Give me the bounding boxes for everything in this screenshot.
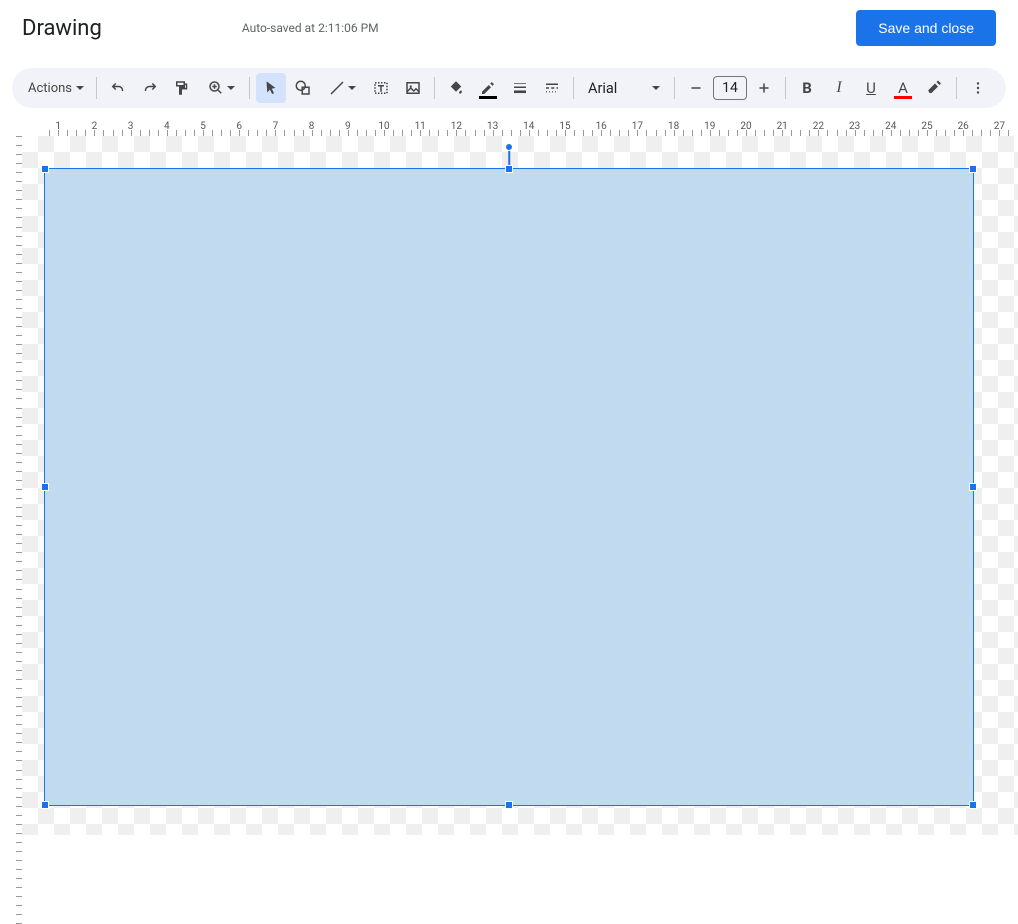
bold-button[interactable]: B	[792, 73, 822, 103]
resize-handle-bottom-middle[interactable]	[505, 801, 513, 809]
plus-icon	[755, 79, 773, 97]
line-tool-button[interactable]	[320, 73, 364, 103]
toolbar: Actions	[12, 68, 1006, 108]
autosave-status: Auto-saved at 2:11:06 PM	[242, 21, 379, 35]
text-color-icon: A	[898, 79, 908, 97]
highlighter-icon	[926, 79, 944, 97]
minus-icon	[687, 79, 705, 97]
text-box-icon	[372, 79, 390, 97]
actions-menu-label: Actions	[28, 81, 72, 96]
undo-button[interactable]	[103, 73, 133, 103]
border-weight-button[interactable]	[505, 73, 535, 103]
italic-icon: I	[836, 79, 841, 97]
toolbar-separator	[96, 77, 97, 99]
font-size-input[interactable]: 14	[713, 76, 747, 100]
increase-font-size-button[interactable]	[749, 73, 779, 103]
line-icon	[328, 79, 346, 97]
zoom-button[interactable]	[199, 73, 243, 103]
resize-handle-top-left[interactable]	[41, 165, 49, 173]
selected-shape[interactable]	[44, 168, 974, 806]
chevron-down-icon	[76, 86, 84, 90]
toolbar-separator	[573, 77, 574, 99]
border-color-button[interactable]	[473, 73, 503, 103]
underline-button[interactable]: U	[856, 73, 886, 103]
text-color-swatch	[894, 96, 912, 99]
chevron-down-icon	[227, 86, 235, 90]
vertical-ruler	[0, 136, 22, 835]
resize-handle-bottom-right[interactable]	[969, 801, 977, 809]
resize-handle-middle-left[interactable]	[41, 483, 49, 491]
paint-roller-icon	[173, 79, 191, 97]
resize-handle-top-middle[interactable]	[505, 165, 513, 173]
image-icon	[404, 79, 422, 97]
resize-handle-bottom-left[interactable]	[41, 801, 49, 809]
text-box-button[interactable]	[366, 73, 396, 103]
select-tool-button[interactable]	[256, 73, 286, 103]
highlight-color-button[interactable]	[920, 73, 950, 103]
line-weight-icon	[511, 79, 529, 97]
font-family-label: Arial	[588, 80, 617, 97]
redo-button[interactable]	[135, 73, 165, 103]
dialog-title: Drawing	[22, 16, 102, 41]
workspace: 1234567891011121314151617181920212223242…	[0, 118, 1018, 835]
chevron-down-icon	[652, 86, 660, 90]
toolbar-separator	[434, 77, 435, 99]
border-color-swatch	[479, 96, 497, 99]
actions-menu-button[interactable]: Actions	[22, 73, 90, 103]
fill-color-button[interactable]	[441, 73, 471, 103]
zoom-icon	[207, 79, 225, 97]
shape-icon	[294, 79, 312, 97]
shape-tool-button[interactable]	[288, 73, 318, 103]
rotation-handle[interactable]	[505, 143, 513, 151]
resize-handle-top-right[interactable]	[969, 165, 977, 173]
text-color-button[interactable]: A	[888, 73, 918, 103]
undo-icon	[109, 79, 127, 97]
toolbar-separator	[249, 77, 250, 99]
dialog-header: Drawing Auto-saved at 2:11:06 PM Save an…	[0, 0, 1018, 56]
line-dash-icon	[543, 79, 561, 97]
more-options-button[interactable]	[963, 73, 993, 103]
more-vertical-icon	[969, 79, 987, 97]
border-dash-button[interactable]	[537, 73, 567, 103]
toolbar-separator	[785, 77, 786, 99]
italic-button[interactable]: I	[824, 73, 854, 103]
resize-handle-middle-right[interactable]	[969, 483, 977, 491]
horizontal-ruler: 1234567891011121314151617181920212223242…	[22, 118, 1018, 136]
cursor-icon	[262, 79, 280, 97]
save-and-close-button[interactable]: Save and close	[856, 10, 996, 46]
bold-icon: B	[802, 79, 812, 97]
paint-bucket-icon	[447, 79, 465, 97]
decrease-font-size-button[interactable]	[681, 73, 711, 103]
underline-icon: U	[866, 79, 876, 97]
redo-icon	[141, 79, 159, 97]
paint-format-button[interactable]	[167, 73, 197, 103]
insert-image-button[interactable]	[398, 73, 428, 103]
chevron-down-icon	[348, 86, 356, 90]
font-family-select[interactable]: Arial	[580, 73, 668, 103]
toolbar-separator	[956, 77, 957, 99]
drawing-canvas[interactable]	[22, 136, 1018, 835]
toolbar-separator	[674, 77, 675, 99]
pen-icon	[479, 79, 497, 97]
